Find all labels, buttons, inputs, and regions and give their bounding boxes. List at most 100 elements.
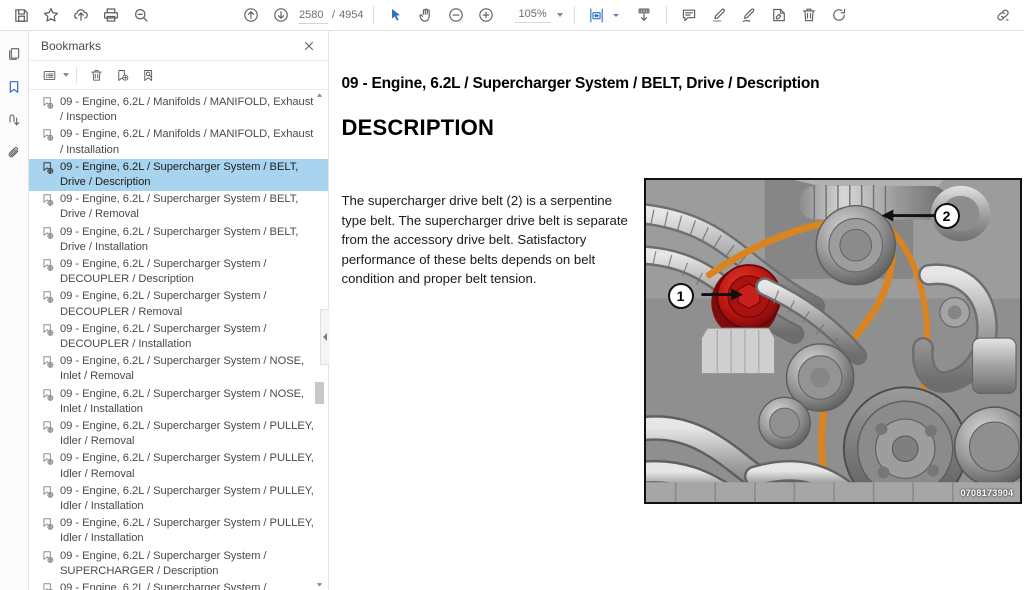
add-bookmark-icon[interactable]: [110, 64, 134, 86]
bookmark-link-icon: [41, 517, 55, 531]
page-number-input[interactable]: [298, 6, 328, 24]
main-toolbar: / 4954 105%: [0, 0, 1024, 31]
pdf-viewer-window: / 4954 105%: [0, 0, 1024, 590]
bookmark-label: 09 - Engine, 6.2L / Supercharger System …: [60, 355, 305, 383]
bookmarks-toolbar: [29, 61, 328, 90]
previous-page-icon[interactable]: [236, 2, 266, 28]
rotate-icon[interactable]: [824, 2, 854, 28]
bookmark-label: 09 - Engine, 6.2L / Supercharger System …: [60, 387, 305, 415]
print-icon[interactable]: [96, 2, 126, 28]
list-item[interactable]: 09 - Engine, 6.2L / Supercharger System …: [29, 288, 328, 320]
bookmarks-panel-header: Bookmarks: [29, 31, 328, 61]
delete-bookmark-icon[interactable]: [84, 64, 108, 86]
pdf-page: 09 - Engine, 6.2L / Supercharger System …: [331, 31, 1022, 590]
fit-options-chevron-icon[interactable]: [612, 13, 619, 17]
figure-container: 1 2 0708173904: [643, 178, 1022, 504]
bookmark-options-icon[interactable]: [37, 64, 61, 86]
list-item[interactable]: 09 - Engine, 6.2L / Supercharger System …: [29, 191, 328, 223]
bookmark-label: 09 - Engine, 6.2L / Supercharger System …: [60, 582, 267, 590]
zoom-level-value: 105%: [514, 7, 551, 23]
list-item[interactable]: 09 - Engine, 6.2L / Supercharger System …: [29, 580, 328, 590]
list-item-selected[interactable]: 09 - Engine, 6.2L / Supercharger System …: [29, 158, 328, 192]
figure-reference-code: 0708173904: [960, 488, 1014, 498]
scroll-up-arrow-icon[interactable]: [314, 90, 325, 101]
search-icon[interactable]: [126, 2, 156, 28]
save-icon[interactable]: [6, 2, 36, 28]
bookmark-link-icon: [41, 355, 55, 369]
bookmark-link-icon: [41, 485, 55, 499]
bookmark-label: 09 - Engine, 6.2L / Supercharger System …: [60, 160, 299, 189]
engine-illustration: 1 2 0708173904: [643, 178, 1022, 504]
bookmark-label: 09 - Engine, 6.2L / Manifolds / MANIFOLD…: [60, 96, 314, 124]
list-item[interactable]: 09 - Engine, 6.2L / Supercharger System …: [29, 224, 328, 256]
bookmark-link-icon: [41, 161, 55, 175]
zoom-in-icon[interactable]: [471, 2, 501, 28]
comment-icon[interactable]: [674, 2, 704, 28]
attachment-icon[interactable]: [1, 141, 27, 164]
bookmark-link-icon: [41, 388, 55, 402]
list-item[interactable]: 09 - Engine, 6.2L / Manifolds / MANIFOLD…: [29, 94, 328, 126]
engine-diagram-svg: [645, 180, 1020, 502]
list-item[interactable]: 09 - Engine, 6.2L / Supercharger System …: [29, 548, 328, 580]
bookmark-label: 09 - Engine, 6.2L / Supercharger System …: [60, 517, 314, 545]
list-item[interactable]: 09 - Engine, 6.2L / Supercharger System …: [29, 386, 328, 418]
bookmark-link-icon: [41, 258, 55, 272]
find-bookmark-icon[interactable]: [136, 64, 160, 86]
list-item[interactable]: 09 - Engine, 6.2L / Supercharger System …: [29, 321, 328, 353]
pen-draw-icon[interactable]: [734, 2, 764, 28]
list-item[interactable]: 09 - Engine, 6.2L / Supercharger System …: [29, 353, 328, 385]
bookmark-label: 09 - Engine, 6.2L / Supercharger System …: [60, 290, 267, 318]
bookmark-link-icon: [41, 290, 55, 304]
bookmark-label: 09 - Engine, 6.2L / Supercharger System …: [60, 420, 314, 448]
select-tool-icon[interactable]: [381, 2, 411, 28]
bookmark-label: 09 - Engine, 6.2L / Supercharger System …: [60, 549, 267, 577]
zoom-out-icon[interactable]: [441, 2, 471, 28]
next-page-icon[interactable]: [266, 2, 296, 28]
bookmark-label: 09 - Engine, 6.2L / Supercharger System …: [60, 258, 267, 286]
list-item[interactable]: 09 - Engine, 6.2L / Supercharger System …: [29, 515, 328, 547]
callout-marker-1: 1: [667, 283, 694, 309]
stamp-icon[interactable]: [764, 2, 794, 28]
bookmark-label: 09 - Engine, 6.2L / Supercharger System …: [60, 484, 314, 513]
document-view[interactable]: 09 - Engine, 6.2L / Supercharger System …: [329, 31, 1024, 590]
page-separator: /: [332, 9, 336, 21]
chevron-left-icon: [323, 333, 327, 341]
scrollbar-thumb[interactable]: [315, 382, 324, 404]
list-item[interactable]: 09 - Engine, 6.2L / Supercharger System …: [29, 483, 328, 515]
trash-delete-icon[interactable]: [794, 2, 824, 28]
page-title: DESCRIPTION: [341, 115, 495, 140]
page-breadcrumb: 09 - Engine, 6.2L / Supercharger System …: [341, 75, 820, 92]
pages-icon[interactable]: [1, 42, 27, 65]
list-item[interactable]: 09 - Engine, 6.2L / Supercharger System …: [29, 256, 328, 288]
bookmark-link-icon: [41, 420, 55, 434]
callout-number: 1: [676, 288, 685, 304]
bookmark-link-icon: [41, 550, 55, 564]
bookmark-label: 09 - Engine, 6.2L / Supercharger System …: [60, 452, 314, 480]
bookmark-options-chevron-icon[interactable]: [63, 73, 69, 77]
list-item[interactable]: 09 - Engine, 6.2L / Supercharger System …: [29, 450, 328, 482]
viewer-body: Bookmarks 09 - Engine, 6.2L / Manifolds …: [0, 31, 1024, 590]
bookmarks-panel-title: Bookmarks: [41, 38, 102, 53]
chevron-down-icon: [556, 13, 563, 17]
close-icon[interactable]: [300, 37, 318, 55]
bookmark-link-icon: [41, 128, 55, 142]
signature-icon[interactable]: [1, 108, 27, 131]
upload-icon[interactable]: [66, 2, 96, 28]
zoom-level-dropdown[interactable]: 105%: [513, 5, 565, 25]
list-item[interactable]: 09 - Engine, 6.2L / Manifolds / MANIFOLD…: [29, 126, 328, 158]
list-item[interactable]: 09 - Engine, 6.2L / Supercharger System …: [29, 418, 328, 450]
highlight-icon[interactable]: [704, 2, 734, 28]
pan-tool-icon[interactable]: [411, 2, 441, 28]
collapse-panel-handle[interactable]: [320, 309, 329, 365]
fit-page-icon[interactable]: [582, 2, 612, 28]
side-rail: [0, 31, 29, 590]
download-icon[interactable]: [629, 2, 659, 28]
scroll-down-arrow-icon[interactable]: [314, 579, 325, 590]
bookmark-link-icon: [41, 96, 55, 110]
bookmark-icon[interactable]: [1, 75, 27, 98]
link-icon[interactable]: [988, 2, 1018, 28]
bookmark-label: 09 - Engine, 6.2L / Supercharger System …: [60, 193, 299, 221]
bookmarks-list[interactable]: 09 - Engine, 6.2L / Manifolds / MANIFOLD…: [29, 90, 328, 590]
star-bookmark-icon[interactable]: [36, 2, 66, 28]
page-navigation: / 4954: [298, 6, 364, 24]
